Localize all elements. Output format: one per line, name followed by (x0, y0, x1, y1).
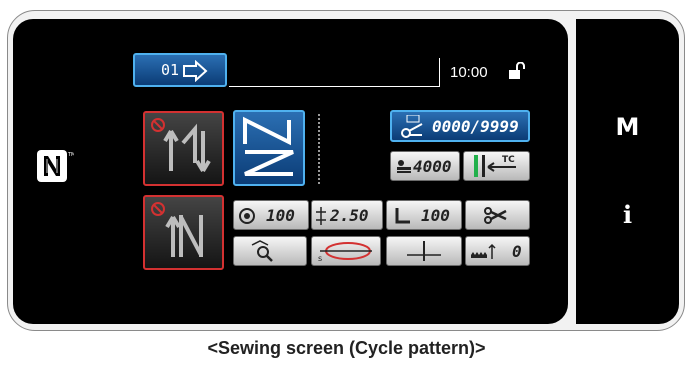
search-icon (251, 240, 273, 262)
presser-foot-icon (395, 208, 410, 224)
bobbin-counter-value: 0000/9999 (432, 117, 519, 136)
thread-clamp-icon: TC (474, 155, 516, 177)
thread-tension-button[interactable]: 100 (233, 200, 309, 230)
needle-position-button[interactable] (386, 236, 462, 266)
stitch-oval-icon: s (318, 242, 372, 263)
svg-text:TM: TM (67, 152, 74, 158)
tension-dial-icon (239, 208, 255, 224)
scissors-counter-icon (401, 115, 423, 138)
step-number: 01 (161, 61, 180, 79)
tc-label: TC (502, 155, 515, 165)
thread-counter-value: 4000 (413, 157, 452, 176)
info-button[interactable]: i (576, 200, 679, 229)
feed-dog-icon (471, 243, 496, 259)
step-arrow-icon (183, 60, 208, 82)
nfc-icon: TM (37, 150, 74, 182)
reverse-stitch-start-button[interactable] (143, 111, 224, 186)
search-button[interactable] (233, 236, 307, 266)
tension-value: 100 (266, 206, 295, 225)
status-bar-divider (439, 58, 440, 87)
presser-foot-value: 100 (421, 206, 450, 225)
reverse-end-icon (151, 202, 203, 257)
reverse-start-icon (151, 118, 211, 173)
status-bar-line (229, 86, 439, 87)
stitch-length-value: 2.50 (330, 206, 369, 225)
pattern-step-button[interactable]: 01 (133, 53, 227, 87)
cycle-pattern-button[interactable] (233, 110, 305, 186)
side-key-bezel (576, 19, 679, 324)
scissors-icon (484, 207, 507, 224)
operator-icon (397, 160, 411, 173)
menu-button[interactable]: M (576, 113, 679, 141)
needle-icon (407, 241, 441, 261)
cycle-pattern-icon (243, 116, 294, 176)
clock-display: 10:00 (450, 64, 488, 81)
stitch-selector-button[interactable]: s (311, 236, 381, 266)
stitch-length-icon (316, 207, 326, 225)
unlock-icon[interactable] (508, 62, 526, 80)
svg-text:s: s (318, 254, 322, 263)
presser-foot-button[interactable]: 100 (386, 200, 462, 230)
reverse-stitch-end-button[interactable] (143, 195, 224, 270)
thread-counter-button[interactable]: 4000 (390, 151, 460, 181)
stitch-length-button[interactable]: 2.50 (311, 200, 383, 230)
thread-trimmer-button[interactable] (465, 200, 530, 230)
pattern-dotted-divider (318, 114, 320, 184)
feed-amount-button[interactable]: 0 (465, 236, 530, 266)
feed-value: 0 (512, 242, 522, 261)
tc-button[interactable]: TC (463, 151, 530, 181)
bobbin-counter-button[interactable]: 0000/9999 (390, 110, 530, 142)
figure-caption: <Sewing screen (Cycle pattern)> (207, 338, 486, 358)
